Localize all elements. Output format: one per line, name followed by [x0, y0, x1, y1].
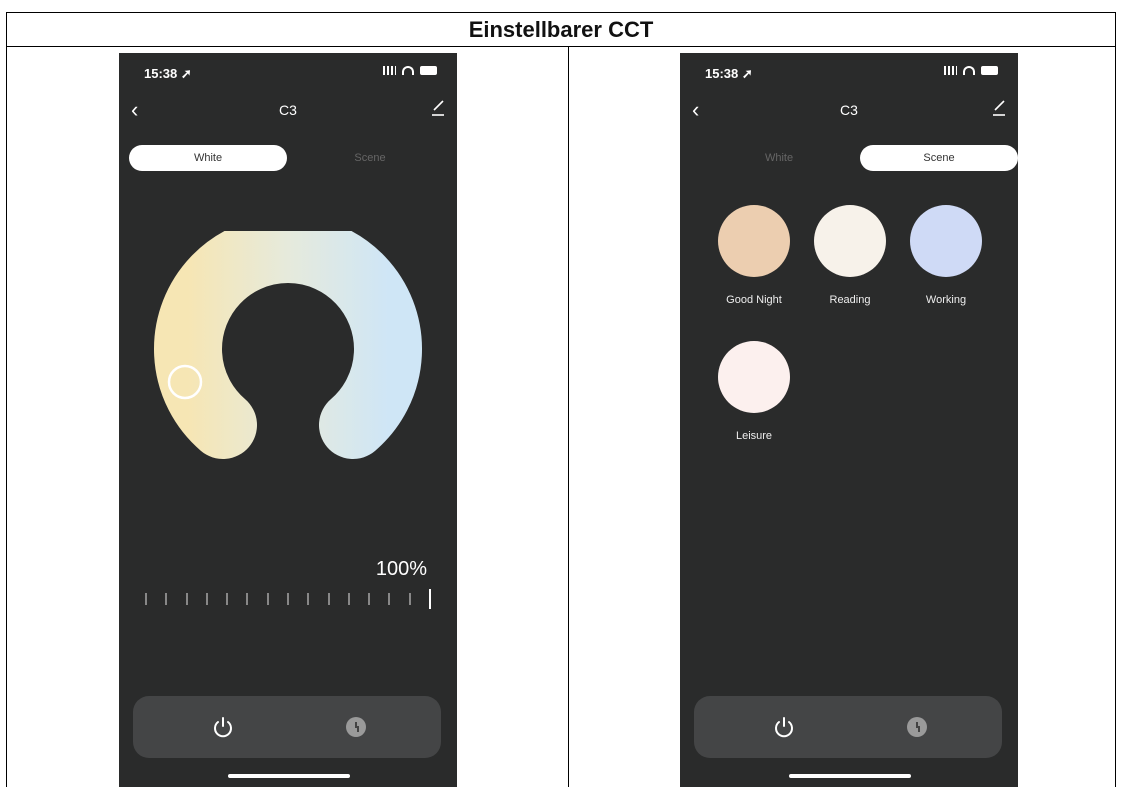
brightness-tick [368, 593, 371, 605]
location-arrow-icon: ➚ [741, 66, 753, 81]
battery-icon [981, 66, 998, 75]
brightness-tick [347, 593, 350, 605]
phone-screenshot-scene: 15:38 ➚ ‹ C3 White Scene Good Night Read… [680, 53, 1018, 787]
brightness-tick [327, 593, 330, 605]
signal-icon [383, 66, 396, 75]
scene-leisure[interactable]: Leisure [716, 341, 792, 442]
scene-working[interactable]: Working [908, 205, 984, 306]
brightness-tick [226, 593, 229, 605]
status-time: 15:38 ➚ [144, 66, 192, 81]
device-title: C3 [279, 102, 297, 118]
bottom-control-bar [694, 696, 1002, 758]
power-icon[interactable] [212, 716, 234, 738]
power-icon[interactable] [773, 716, 795, 738]
brightness-tick [388, 593, 391, 605]
home-indicator [789, 774, 911, 778]
status-icons [944, 66, 998, 75]
phone-screenshot-white: 15:38 ➚ ‹ C3 White Scene 100% [119, 53, 457, 787]
home-indicator [228, 774, 350, 778]
scene-label: Good Night [726, 294, 782, 306]
status-time: 15:38 ➚ [705, 66, 753, 81]
scene-label: Working [925, 294, 967, 306]
scene-swatch [718, 205, 790, 277]
clock-icon[interactable] [346, 717, 366, 737]
clock-icon[interactable] [907, 717, 927, 737]
brightness-tick [408, 593, 411, 605]
scene-swatch [718, 341, 790, 413]
tab-scene[interactable]: Scene [860, 145, 1018, 171]
signal-icon [944, 66, 957, 75]
brightness-tick [185, 593, 188, 605]
scene-swatch [814, 205, 886, 277]
brightness-thumb [428, 589, 431, 609]
brightness-tick [145, 593, 147, 605]
brightness-slider[interactable] [145, 588, 431, 610]
tab-white[interactable]: White [700, 145, 858, 171]
scene-good-night[interactable]: Good Night [716, 205, 792, 306]
brightness-tick [266, 593, 269, 605]
edit-icon[interactable] [992, 97, 1006, 117]
tab-white[interactable]: White [129, 145, 287, 171]
location-arrow-icon: ➚ [180, 66, 192, 81]
bottom-control-bar [133, 696, 441, 758]
scene-swatch [910, 205, 982, 277]
wifi-icon [402, 66, 414, 75]
edit-icon[interactable] [431, 97, 445, 117]
brightness-tick [165, 593, 168, 605]
column-divider [568, 47, 569, 787]
brightness-tick [286, 593, 289, 605]
scene-label: Leisure [735, 430, 773, 442]
brightness-tick [307, 593, 310, 605]
device-title: C3 [840, 102, 858, 118]
battery-icon [420, 66, 437, 75]
table-title: Einstellbarer CCT [7, 13, 1115, 47]
mode-segmented-control: White Scene [129, 145, 449, 171]
cct-color-dial[interactable] [153, 231, 423, 467]
mode-segmented-control: White Scene [690, 145, 1018, 171]
scene-reading[interactable]: Reading [812, 205, 888, 306]
tab-scene[interactable]: Scene [291, 145, 449, 171]
wifi-icon [963, 66, 975, 75]
brightness-value: 100% [375, 558, 427, 580]
scene-label: Reading [829, 294, 871, 306]
brightness-tick [246, 593, 249, 605]
status-icons [383, 66, 437, 75]
brightness-tick [205, 593, 208, 605]
